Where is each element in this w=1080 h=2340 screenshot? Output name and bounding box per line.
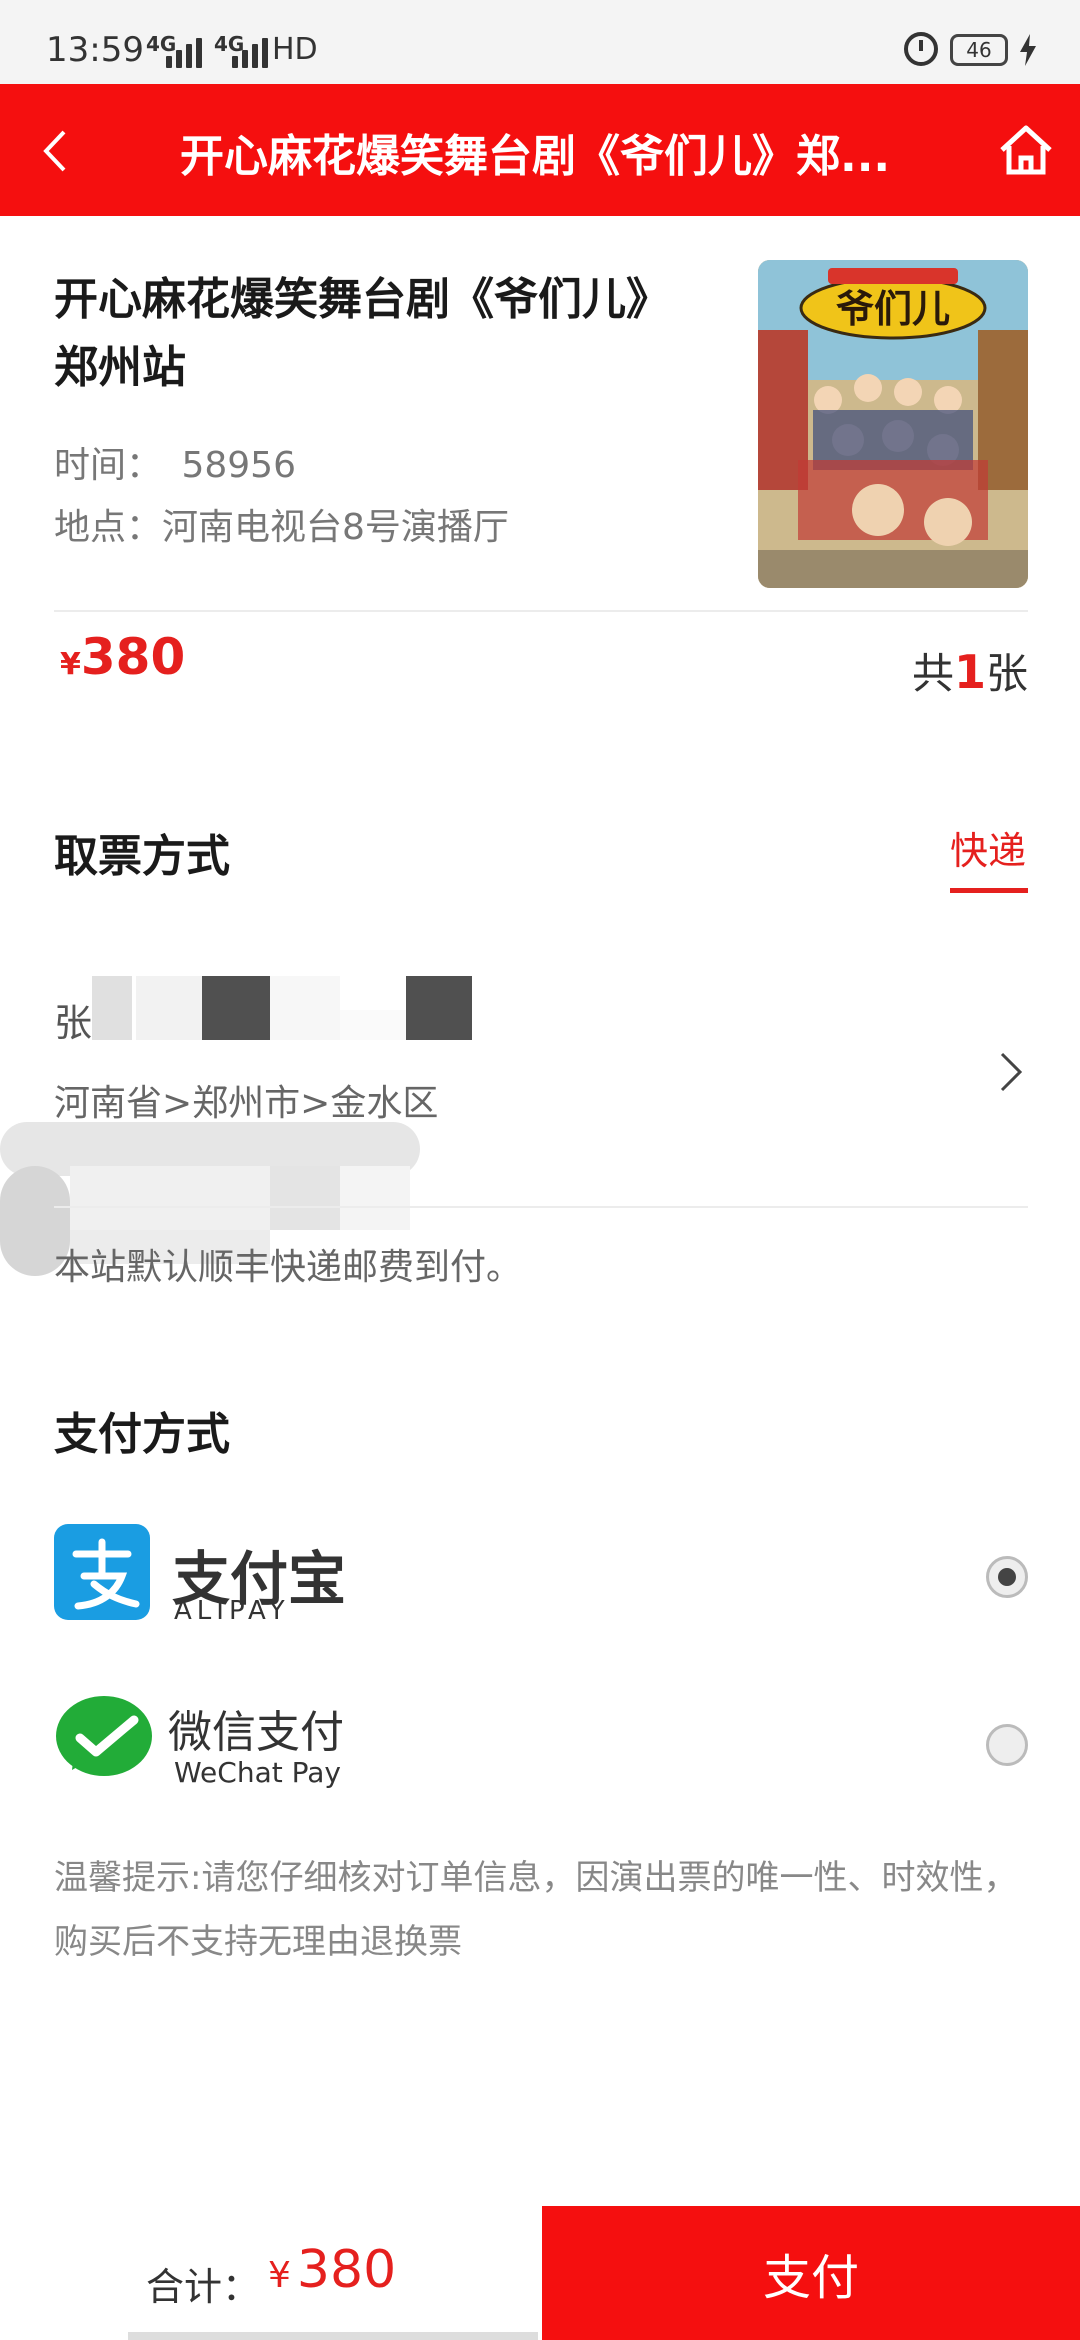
redaction [340, 1010, 406, 1040]
total-value: 380 [296, 2240, 397, 2300]
event-time-label: 时间： [54, 445, 163, 486]
event-venue-label: 地点： [54, 507, 163, 548]
alipay-radio[interactable] [986, 1556, 1028, 1598]
event-time-value: 58956 [181, 445, 296, 486]
recipient-name: 张 [54, 1001, 93, 1045]
poster-image: 爷们儿 [758, 260, 1028, 588]
signal-4g-icon [232, 36, 268, 68]
price-symbol: ¥ [60, 647, 81, 682]
event-title: 开心麻花爆笑舞台剧《爷们儿》 郑州站 [54, 266, 714, 402]
redaction [270, 1166, 340, 1230]
status-bar: 13:59 4G 4G HD 46 [0, 0, 1080, 84]
redaction [270, 976, 340, 1040]
total-label: 合计： [146, 2265, 261, 2309]
total-amount: ¥380 [268, 2240, 396, 2300]
tab-express[interactable]: 快递 [950, 820, 1026, 875]
battery-icon: 46 [950, 34, 1008, 66]
gesture-pill [128, 2332, 538, 2340]
ticket-quantity: 共1张 [912, 640, 1028, 701]
redaction [340, 1166, 410, 1230]
price-value: 380 [80, 628, 186, 686]
qty-suffix: 张 [985, 649, 1028, 698]
gesture-bar [0, 2326, 1080, 2340]
signal-4g-icon [166, 36, 202, 68]
pickup-section-title: 取票方式 [54, 831, 230, 882]
payment-option-alipay[interactable]: 支付宝 ALIPAY [54, 1524, 1028, 1634]
wechat-radio[interactable] [986, 1724, 1028, 1766]
notice-tip: 温馨提示:请您仔细核对订单信息，因演出票的唯一性、时效性，购买后不支持无理由退换… [54, 1858, 1018, 1962]
event-time: 时间： 58956 [54, 436, 296, 488]
status-time: 13:59 [46, 30, 144, 70]
tab-express-underline [950, 888, 1028, 893]
wechat-pay-icon [56, 1696, 152, 1776]
payment-section-title: 支付方式 [54, 1409, 230, 1460]
qty-prefix: 共 [911, 649, 954, 698]
total-symbol: ¥ [268, 2255, 291, 2296]
poster-title: 爷们儿 [836, 287, 950, 331]
checkout-bar: 合计： ¥380 支付 [0, 2206, 1080, 2340]
redaction [70, 1166, 270, 1230]
alipay-icon [54, 1524, 150, 1620]
home-icon[interactable] [996, 120, 1056, 180]
chevron-right-icon[interactable] [994, 1048, 1028, 1096]
wechat-sub: WeChat Pay [174, 1756, 341, 1789]
redaction [202, 976, 270, 1040]
event-venue: 地点：河南电视台8号演播厅 [54, 498, 509, 550]
redaction [92, 976, 132, 1040]
battery-level: 46 [966, 38, 992, 62]
qty-value: 1 [953, 645, 986, 699]
divider [54, 610, 1028, 612]
wechat-name: 微信支付 [168, 1707, 344, 1758]
address-region: 河南省>郑州市>金水区 [54, 1083, 439, 1124]
chevron-left-icon[interactable] [36, 126, 76, 176]
ticket-price: ¥380 [60, 628, 185, 686]
shipping-note: 本站默认顺丰快递邮费到付。 [54, 1247, 523, 1288]
event-venue-value: 河南电视台8号演播厅 [162, 507, 509, 548]
event-title-line1: 开心麻花爆笑舞台剧《爷们儿》 [54, 274, 670, 325]
top-header: 开心麻花爆笑舞台剧《爷们儿》郑... [0, 84, 1080, 216]
divider [54, 1206, 1028, 1208]
alarm-icon [904, 32, 938, 66]
event-title-line2: 郑州站 [54, 342, 186, 393]
pay-button[interactable]: 支付 [542, 2206, 1080, 2340]
page-title: 开心麻花爆笑舞台剧《爷们儿》郑... [180, 131, 891, 182]
charging-icon [1020, 34, 1036, 66]
alipay-sub: ALIPAY [174, 1596, 290, 1626]
redaction [136, 976, 202, 1040]
redaction [406, 976, 472, 1040]
event-poster[interactable]: 爷们儿 [758, 260, 1028, 588]
payment-option-wechat[interactable]: 微信支付 WeChat Pay [54, 1692, 1028, 1802]
network-hd-label: HD [272, 32, 318, 67]
